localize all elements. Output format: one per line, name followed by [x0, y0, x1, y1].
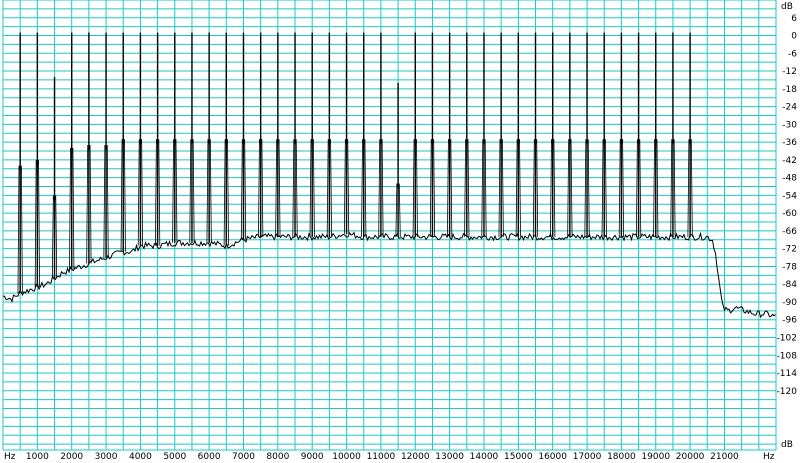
y-unit-label: dB: [781, 2, 793, 12]
y-tick-label: -36: [782, 138, 797, 148]
x-tick-label: 17000: [573, 452, 602, 462]
y-tick-label: -108: [777, 351, 798, 361]
x-tick-label: 2000: [60, 452, 83, 462]
y-tick-label: -12: [782, 67, 797, 77]
y-tick-label: -60: [782, 209, 797, 219]
y-tick-label: -42: [782, 156, 797, 166]
x-tick-label: 20000: [676, 452, 705, 462]
y-tick-label: -96: [782, 316, 797, 326]
x-tick-label: 9000: [301, 452, 324, 462]
x-unit-label-right: Hz: [763, 452, 775, 462]
x-tick-label: 15000: [504, 452, 533, 462]
spectrum-analyzer-view: 1000 2000 3000 4000 5000 6000 7000 8000 9000 1000…: [0, 0, 800, 463]
spectrum-chart: 1000 2000 3000 4000 5000 6000 7000 8000 9000 1000…: [0, 0, 800, 463]
x-tick-label: 13000: [435, 452, 464, 462]
y-tick-label: -66: [782, 227, 797, 237]
x-tick-label: 16000: [538, 452, 567, 462]
x-tick-label: 11000: [367, 452, 396, 462]
y-tick-label: -24: [782, 103, 797, 113]
y-tick-label: -102: [777, 334, 797, 344]
y-tick-label: -72: [782, 245, 797, 255]
y-tick-label: -78: [782, 262, 797, 272]
x-tick-label: 8000: [266, 452, 289, 462]
x-tick-label: 10000: [332, 452, 361, 462]
y-tick-label: -90: [782, 298, 797, 308]
x-tick-label: 18000: [607, 452, 636, 462]
x-tick-label: 19000: [641, 452, 670, 462]
x-tick-label: 4000: [129, 452, 152, 462]
x-tick-label: 3000: [95, 452, 118, 462]
x-tick-label: 14000: [470, 452, 499, 462]
y-tick-label: -54: [782, 191, 797, 201]
x-tick-label: 12000: [401, 452, 430, 462]
x-tick-label: 6000: [198, 452, 221, 462]
y-tick-label: -84: [782, 280, 797, 290]
y-tick-label: -18: [782, 85, 797, 95]
x-axis-ticks: 1000 2000 3000 4000 5000 6000 7000 8000 9000 1000…: [26, 452, 739, 462]
y-tick-label: 6: [791, 14, 797, 24]
y-tick-label: -6: [788, 49, 797, 59]
y-unit-label-bottom: dB: [781, 440, 793, 450]
x-tick-label: 5000: [163, 452, 186, 462]
x-tick-label: 21000: [710, 452, 739, 462]
y-tick-label: -114: [777, 369, 798, 379]
x-unit-label: Hz: [4, 452, 16, 462]
y-tick-label: -48: [782, 174, 797, 184]
x-tick-label: 1000: [26, 452, 49, 462]
y-tick-label: 0: [791, 32, 797, 42]
y-tick-label: -120: [777, 387, 798, 397]
x-tick-label: 7000: [232, 452, 255, 462]
y-tick-label: -30: [782, 120, 797, 130]
